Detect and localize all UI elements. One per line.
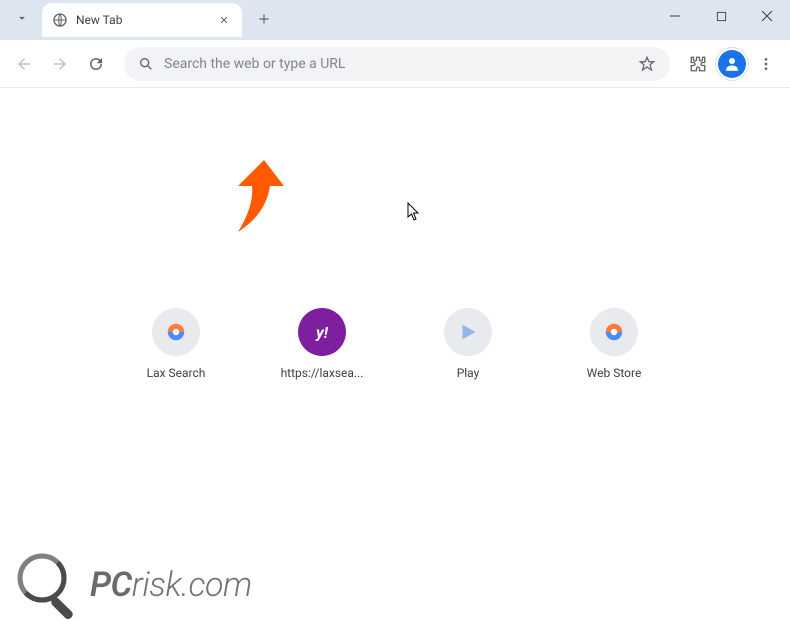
magnifier-icon	[14, 550, 84, 620]
shortcut-tile: y!	[298, 308, 346, 356]
close-window-button[interactable]	[744, 0, 790, 32]
reload-icon	[87, 55, 105, 73]
shortcut-label: Play	[457, 366, 480, 380]
shortcut-tile	[444, 308, 492, 356]
tab-title: New Tab	[76, 13, 208, 27]
new-tab-button[interactable]	[250, 5, 278, 33]
shortcut-lax-search[interactable]: Lax Search	[131, 308, 221, 380]
titlebar: New Tab	[0, 0, 790, 40]
annotation-arrow-icon	[208, 158, 298, 248]
address-input[interactable]	[164, 56, 628, 72]
plus-icon	[257, 12, 271, 26]
titlebar-left: New Tab	[0, 0, 278, 40]
reload-button[interactable]	[80, 48, 112, 80]
kebab-icon	[758, 56, 774, 72]
window-controls	[652, 0, 790, 40]
play-triangle-icon	[457, 321, 479, 343]
close-icon	[219, 15, 229, 25]
browser-tab[interactable]: New Tab	[42, 3, 242, 37]
arrow-right-icon	[51, 55, 69, 73]
tab-search-button[interactable]	[8, 4, 36, 32]
profile-button[interactable]	[718, 50, 746, 78]
minimize-icon	[669, 10, 681, 22]
forward-button[interactable]	[44, 48, 76, 80]
tab-close-button[interactable]	[216, 12, 232, 28]
minimize-button[interactable]	[652, 0, 698, 32]
shortcut-laxsea[interactable]: y! https://laxsea...	[277, 308, 367, 380]
shortcut-label: Web Store	[587, 366, 642, 380]
shortcut-tile	[590, 308, 638, 356]
maximize-icon	[716, 11, 727, 22]
cursor-icon	[407, 202, 421, 222]
new-tab-page: Lax Search y! https://laxsea... Play Web…	[0, 88, 790, 632]
chevron-down-icon	[15, 11, 29, 25]
puzzle-icon	[689, 55, 707, 73]
back-button[interactable]	[8, 48, 40, 80]
yahoo-icon: y!	[316, 323, 328, 342]
toolbar	[0, 40, 790, 88]
shortcuts-row: Lax Search y! https://laxsea... Play Web…	[0, 308, 790, 380]
search-icon	[138, 56, 154, 72]
shortcut-web-store[interactable]: Web Store	[569, 308, 659, 380]
globe-color-icon	[603, 321, 625, 343]
shortcut-label: Lax Search	[147, 366, 206, 380]
extensions-button[interactable]	[682, 48, 714, 80]
globe-icon	[52, 12, 68, 28]
globe-color-icon	[165, 321, 187, 343]
bookmark-star-icon[interactable]	[638, 55, 656, 73]
avatar-ring	[715, 47, 749, 81]
menu-button[interactable]	[750, 48, 782, 80]
watermark: PCrisk.com	[14, 550, 252, 620]
shortcut-label: https://laxsea...	[281, 366, 364, 380]
close-icon	[761, 10, 773, 22]
omnibox[interactable]	[124, 47, 670, 81]
shortcut-tile	[152, 308, 200, 356]
shortcut-play[interactable]: Play	[423, 308, 513, 380]
watermark-text: PCrisk.com	[90, 565, 252, 605]
maximize-button[interactable]	[698, 0, 744, 32]
arrow-left-icon	[15, 55, 33, 73]
